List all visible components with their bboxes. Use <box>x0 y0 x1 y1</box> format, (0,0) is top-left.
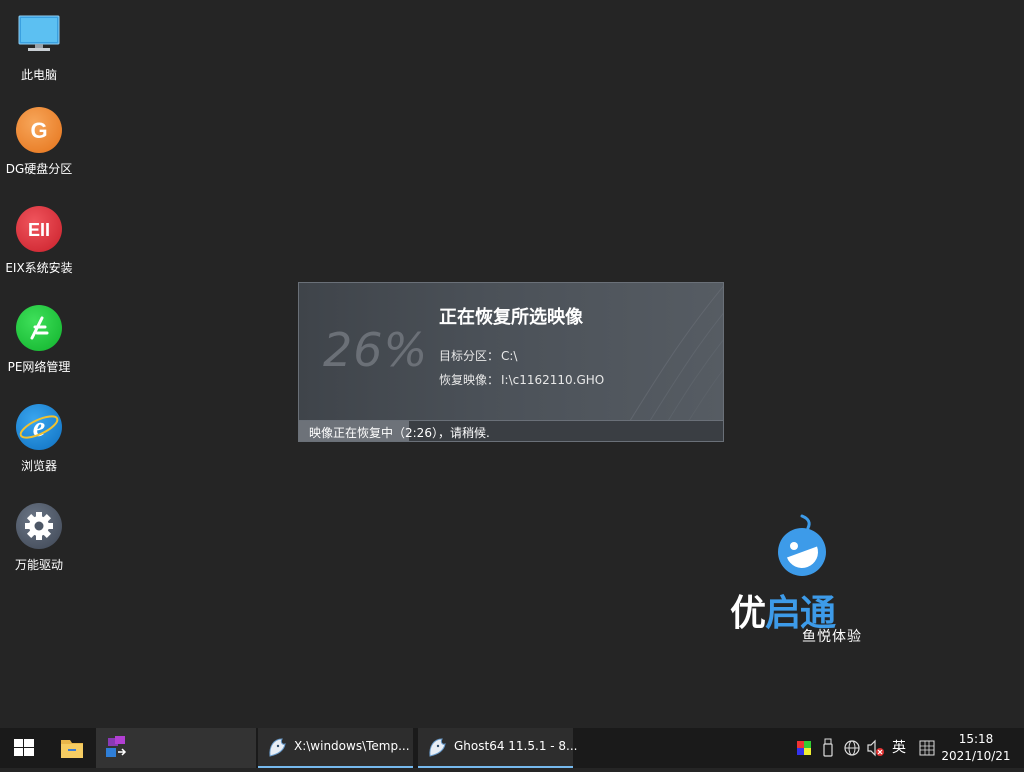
volume-muted-icon <box>867 739 884 757</box>
svg-text:G: G <box>30 118 47 143</box>
ime-grid-icon <box>919 740 935 756</box>
brand-logo: 优启通 鱼悦体验 <box>728 512 878 652</box>
fish-logo-icon <box>778 514 826 576</box>
desktop-icon-label: PE网络管理 <box>7 360 71 374</box>
globe-network-icon <box>844 740 860 756</box>
windows-logo-icon <box>14 739 34 756</box>
desktop-icon-label: 万能驱动 <box>14 558 63 572</box>
desktop-icon-label: DG硬盘分区 <box>5 162 73 176</box>
progress-percent: 26% <box>323 323 429 377</box>
eix-icon: EII <box>15 205 63 253</box>
brand-name-part1: 优 <box>730 593 766 634</box>
desktop-icon-this-pc[interactable]: 此电脑 <box>0 12 78 83</box>
taskbar-app-ghost64[interactable]: Ghost64 11.5.1 - 8... <box>418 728 578 768</box>
target-partition-label: 目标分区： <box>439 349 500 363</box>
dialog-title: 正在恢复所选映像 <box>439 307 583 328</box>
taskbar-app-ghost-temp[interactable]: X:\windows\Temp... <box>258 728 413 768</box>
tray-usb-button[interactable] <box>818 728 838 768</box>
ghost-icon <box>269 738 286 757</box>
progress-bar: 映像正在恢复中（2:26），请稍候. <box>299 420 723 441</box>
desktop-icon-browser[interactable]: e 浏览器 <box>0 403 78 474</box>
svg-text:EII: EII <box>28 220 50 240</box>
desktop-icon-label: 此电脑 <box>20 68 57 82</box>
network-manager-icon <box>15 304 63 352</box>
tray-volume-button[interactable] <box>864 728 886 768</box>
usb-drive-icon <box>823 738 833 757</box>
restore-progress-dialog: 26% 正在恢复所选映像 目标分区： C:\ 恢复映像： I:\c1162110.G… <box>298 282 724 442</box>
tray-color-icon-button[interactable] <box>794 728 814 768</box>
taskbar-app-label: X:\windows\Temp... <box>294 739 410 753</box>
switch-window-icon <box>106 736 127 757</box>
desktop-icon-label: EIX系统安装 <box>5 261 73 275</box>
clock-time: 15:18 <box>958 732 994 746</box>
desktop-icon-eix[interactable]: EII EIX系统安装 <box>0 205 78 276</box>
decorative-swoosh <box>616 285 723 441</box>
taskbar-clock[interactable]: 15:18 2021/10/21 <box>936 731 1016 765</box>
diskgenius-icon: G <box>15 106 63 154</box>
clock-date: 2021/10/21 <box>941 749 1011 763</box>
desktop-icon-label: 浏览器 <box>20 459 57 473</box>
ime-mode-button[interactable] <box>916 728 938 768</box>
brand-subtitle: 鱼悦体验 <box>802 629 862 645</box>
restore-image-value: I:\c1162110.GHO <box>501 373 605 387</box>
restore-image-row: 恢复映像： I:\c1162110.GHO <box>439 371 604 388</box>
ghost-icon <box>429 738 446 757</box>
restore-image-label: 恢复映像： <box>439 373 500 387</box>
folder-icon <box>61 740 83 758</box>
desktop: 此电脑 G DG硬盘分区 EII EIX系统安装 PE网络管理 e 浏览器 万能… <box>0 0 1024 728</box>
target-partition-value: C:\ <box>501 349 518 363</box>
progress-status-text: 映像正在恢复中（2:26），请稍候. <box>309 426 490 440</box>
start-button[interactable] <box>0 728 48 768</box>
tray-network-button[interactable] <box>842 728 862 768</box>
taskbar: X:\windows\Temp... Ghost64 11.5.1 - 8... <box>0 728 1024 768</box>
ie-browser-icon: e <box>15 403 63 451</box>
computer-icon <box>15 12 63 60</box>
svg-text:e: e <box>33 412 45 443</box>
gear-icon <box>15 502 63 550</box>
file-explorer-button[interactable] <box>48 728 96 768</box>
desktop-icon-pe-network[interactable]: PE网络管理 <box>0 304 78 375</box>
display-color-icon <box>797 741 811 755</box>
taskbar-app-label: Ghost64 11.5.1 - 8... <box>454 739 578 753</box>
desktop-icon-diskgenius[interactable]: G DG硬盘分区 <box>0 106 78 177</box>
target-partition-row: 目标分区： C:\ <box>439 347 517 364</box>
ime-language-indicator[interactable]: 英 <box>888 728 910 768</box>
desktop-icon-driver[interactable]: 万能驱动 <box>0 502 78 573</box>
pinned-app-button[interactable] <box>96 728 256 768</box>
